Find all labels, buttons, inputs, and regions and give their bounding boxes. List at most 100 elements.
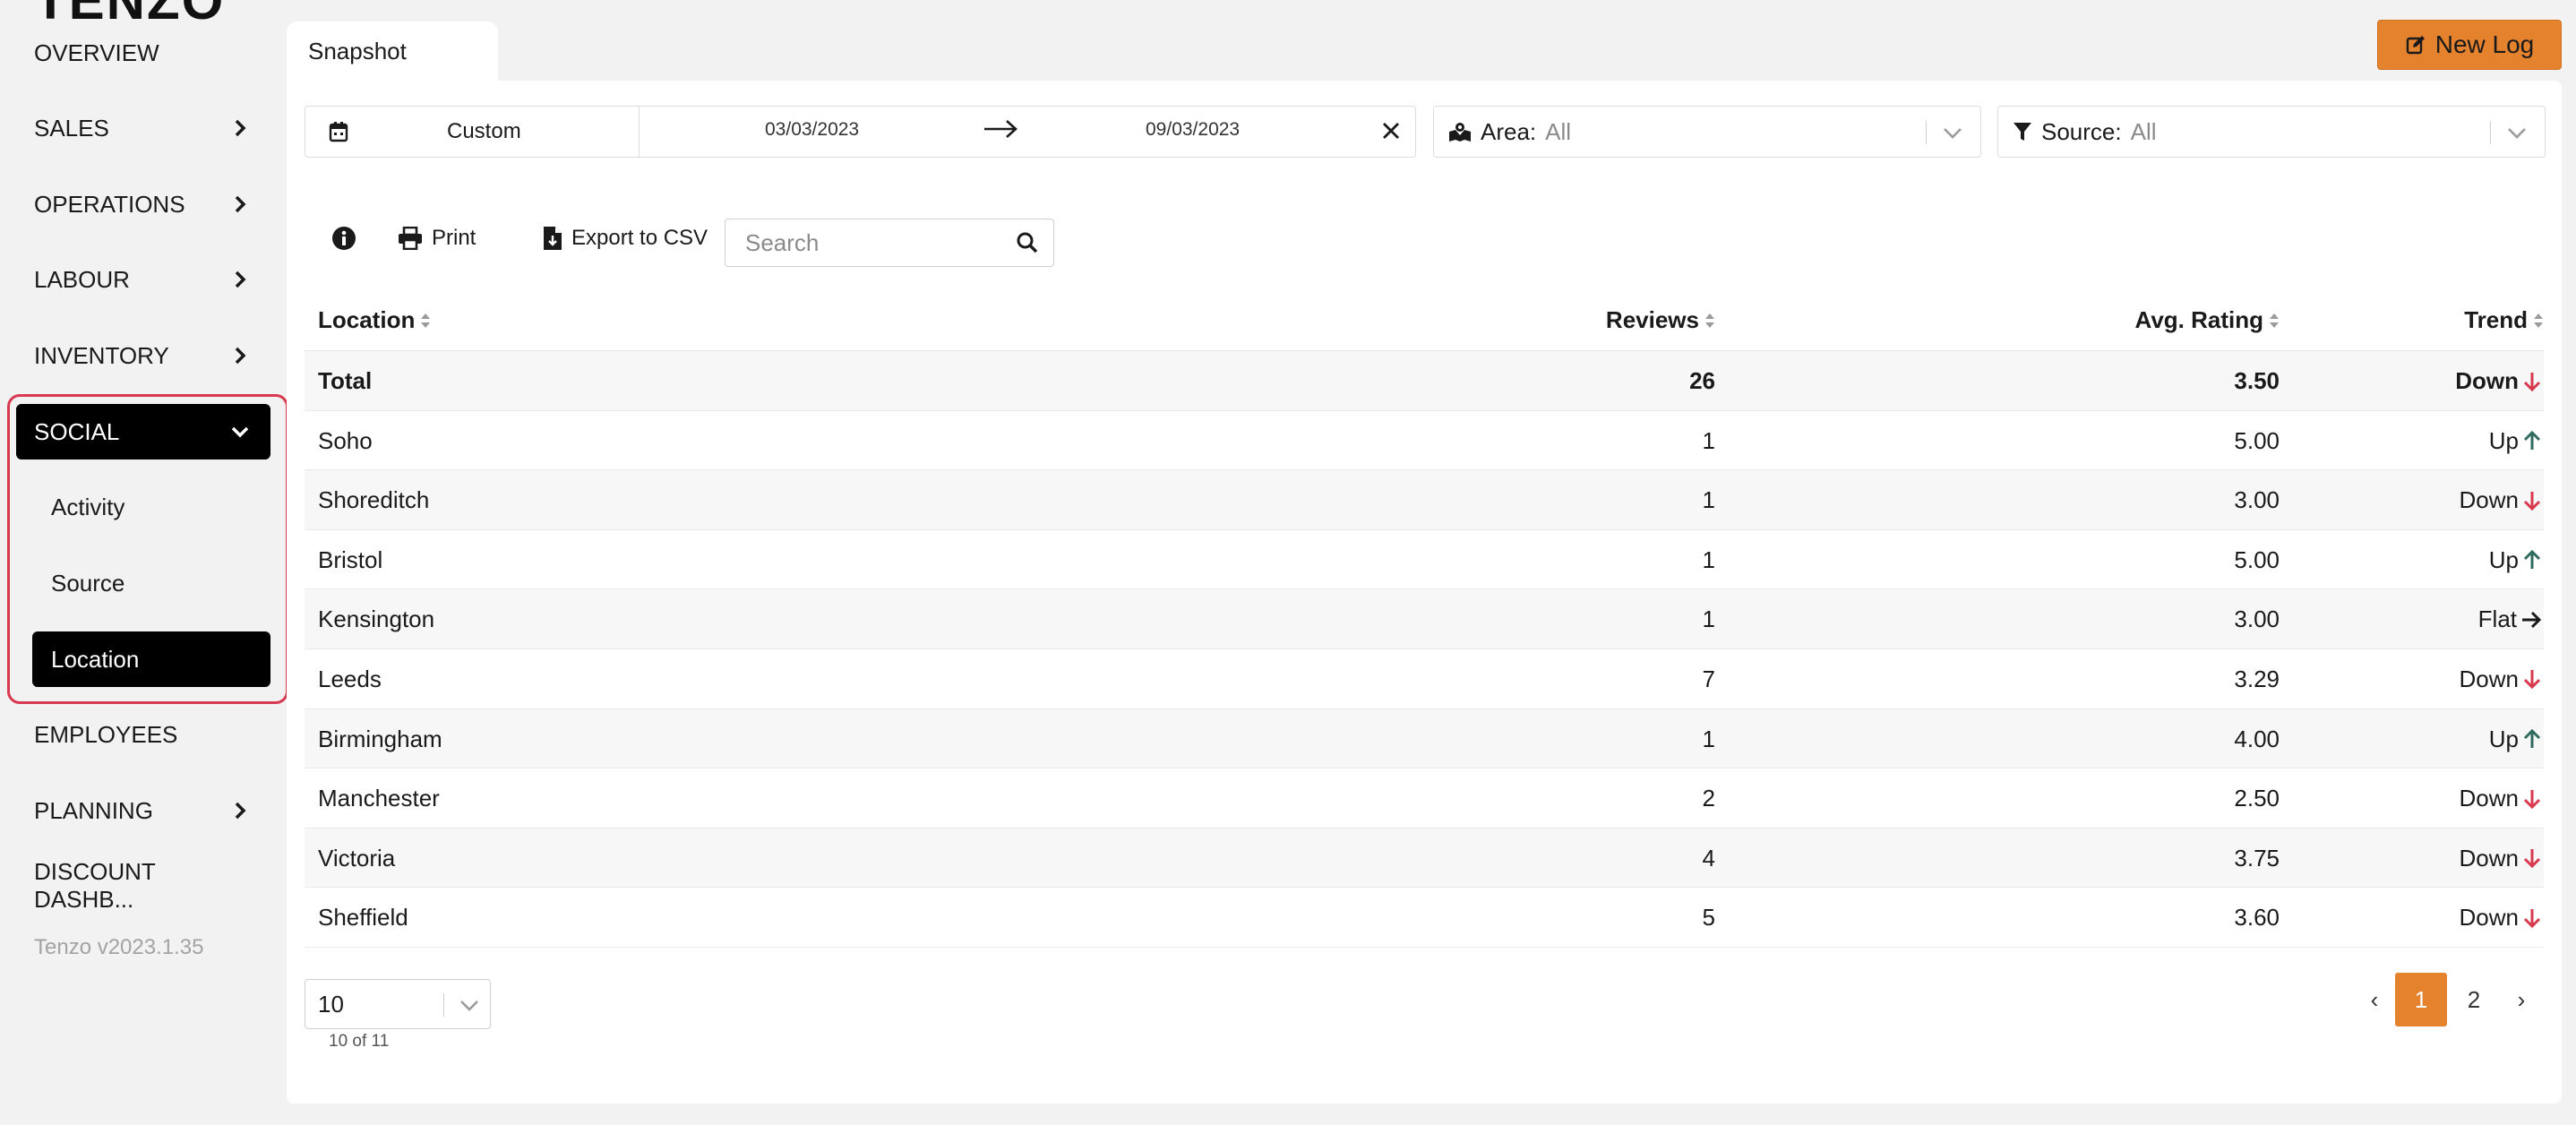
column-header-label: Avg. Rating: [2134, 306, 2263, 333]
source-filter-value: All: [2130, 117, 2157, 145]
column-header-trend[interactable]: Trend: [2464, 306, 2544, 334]
sidebar-item-label: INVENTORY: [34, 341, 169, 369]
column-header-reviews[interactable]: Reviews: [1606, 306, 1715, 334]
date-preset-label: Custom: [447, 119, 521, 143]
cell-trend: Down: [2460, 904, 2544, 932]
cell-location: Birmingham: [318, 725, 442, 752]
cell-location: Kensington: [318, 605, 435, 633]
print-button[interactable]: Print: [398, 226, 476, 251]
sidebar-item-label: OVERVIEW: [34, 39, 159, 66]
new-log-button[interactable]: New Log: [2377, 20, 2562, 70]
area-filter-value: All: [1545, 117, 1572, 145]
sidebar-subitem-source[interactable]: Source: [32, 555, 270, 611]
chevron-down-icon: [228, 419, 253, 444]
sidebar-subitem-label: Activity: [51, 493, 125, 520]
cell-trend: Up: [2489, 726, 2544, 753]
column-header-label: Trend: [2464, 306, 2528, 333]
pagination-prev[interactable]: ‹: [2361, 973, 2388, 1026]
sidebar-subitem-activity[interactable]: Activity: [32, 479, 270, 535]
sidebar-item-inventory[interactable]: INVENTORY: [16, 328, 270, 383]
sidebar-item-labour[interactable]: LABOUR: [16, 252, 270, 307]
table-row: Bristol 1 5.00 Up: [305, 530, 2544, 590]
sidebar-item-label: LABOUR: [34, 265, 130, 293]
search-box[interactable]: [725, 219, 1054, 267]
table-row: Birmingham 1 4.00 Up: [305, 708, 2544, 769]
sidebar-item-label: PLANNING: [34, 796, 153, 824]
sidebar-item-employees[interactable]: EMPLOYEES: [16, 707, 270, 762]
sidebar-item-operations[interactable]: OPERATIONS: [16, 176, 270, 232]
select-separator: [2490, 121, 2491, 144]
column-header-avg-rating[interactable]: Avg. Rating: [2135, 306, 2280, 334]
cell-avg-rating: 5.00: [2234, 426, 2280, 454]
tab-label: Snapshot: [308, 37, 407, 64]
cell-trend: Down: [2460, 785, 2544, 812]
cell-reviews: 1: [1702, 605, 1715, 633]
area-filter-select[interactable]: Area: All: [1433, 106, 1981, 158]
sidebar-item-label: OPERATIONS: [34, 190, 185, 218]
info-button[interactable]: [331, 226, 356, 251]
calendar-icon: [329, 121, 348, 149]
print-label: Print: [432, 226, 477, 250]
page-size-select[interactable]: 10: [305, 979, 491, 1029]
date-range-picker[interactable]: Custom 03/03/2023 09/03/2023: [305, 106, 1416, 158]
export-label: Export to CSV: [571, 226, 708, 250]
column-header-label: Location: [318, 306, 416, 333]
cell-reviews: 5: [1702, 904, 1715, 932]
chevron-down-icon[interactable]: [1941, 121, 1964, 150]
date-to-field[interactable]: 09/03/2023: [1146, 119, 1240, 141]
chevron-right-icon: [228, 343, 253, 368]
pagination-next[interactable]: ›: [2508, 973, 2535, 1026]
trend-label: Flat: [2477, 605, 2517, 633]
cell-location: Shoreditch: [318, 486, 430, 514]
chevron-right-icon: [228, 798, 253, 823]
column-header-location[interactable]: Location: [318, 306, 431, 334]
cell-location: Sheffield: [318, 904, 408, 932]
search-icon[interactable]: [1016, 231, 1039, 259]
sidebar-subitem-label: Source: [51, 569, 125, 597]
sidebar-subitem-location[interactable]: Location: [32, 631, 270, 687]
info-icon: [331, 226, 356, 251]
trend-label: Down: [2459, 844, 2519, 872]
trend-up-arrow-icon: [2522, 430, 2542, 451]
date-preset-select[interactable]: Custom: [305, 107, 640, 157]
filter-icon: [2013, 121, 2032, 142]
edit-icon: [2405, 34, 2426, 56]
trend-label: Down: [2459, 486, 2519, 514]
search-input[interactable]: [745, 228, 996, 257]
cell-reviews: 7: [1702, 665, 1715, 692]
printer-icon: [398, 227, 423, 250]
chevron-right-icon: [228, 192, 253, 217]
sidebar-item-discount-dashboard[interactable]: DISCOUNT DASHB...: [16, 858, 270, 914]
app-version: Tenzo v2023.1.35: [34, 935, 204, 959]
trend-down-arrow-icon: [2522, 847, 2542, 869]
date-from-field[interactable]: 03/03/2023: [765, 119, 859, 141]
table-row: Soho 1 5.00 Up: [305, 411, 2544, 471]
trend-down-arrow-icon: [2522, 371, 2542, 392]
trend-down-arrow-icon: [2522, 490, 2542, 511]
cell-trend: Down: [2460, 486, 2544, 514]
cell-reviews: 1: [1702, 725, 1715, 752]
sidebar-item-planning[interactable]: PLANNING: [16, 783, 270, 838]
close-icon[interactable]: [1380, 120, 1402, 146]
cell-location: Victoria: [318, 844, 396, 872]
cell-avg-rating: 3.50: [2234, 367, 2280, 394]
sidebar-item-sales[interactable]: SALES: [16, 100, 270, 156]
export-csv-button[interactable]: Export to CSV: [543, 226, 708, 251]
chevron-down-icon[interactable]: [2505, 121, 2529, 150]
cell-avg-rating: 3.75: [2234, 844, 2280, 872]
source-filter-select[interactable]: Source: All: [1997, 106, 2546, 158]
trend-label: Up: [2488, 725, 2519, 752]
sidebar-item-social[interactable]: SOCIAL: [16, 404, 270, 459]
cell-reviews: 1: [1702, 545, 1715, 573]
sidebar-item-overview[interactable]: OVERVIEW: [16, 25, 270, 81]
tab-snapshot[interactable]: Snapshot: [287, 21, 498, 81]
sort-icon: [420, 312, 431, 330]
chevron-right-icon: [228, 267, 253, 292]
trend-up-arrow-icon: [2522, 728, 2542, 750]
cell-location: Bristol: [318, 545, 383, 573]
chevron-down-icon[interactable]: [458, 993, 481, 1023]
sort-icon: [2533, 312, 2544, 330]
sidebar-item-label: DISCOUNT DASHB...: [34, 858, 156, 913]
pagination-page-2[interactable]: 2: [2458, 973, 2490, 1026]
pagination-page-1[interactable]: 1: [2395, 973, 2447, 1026]
